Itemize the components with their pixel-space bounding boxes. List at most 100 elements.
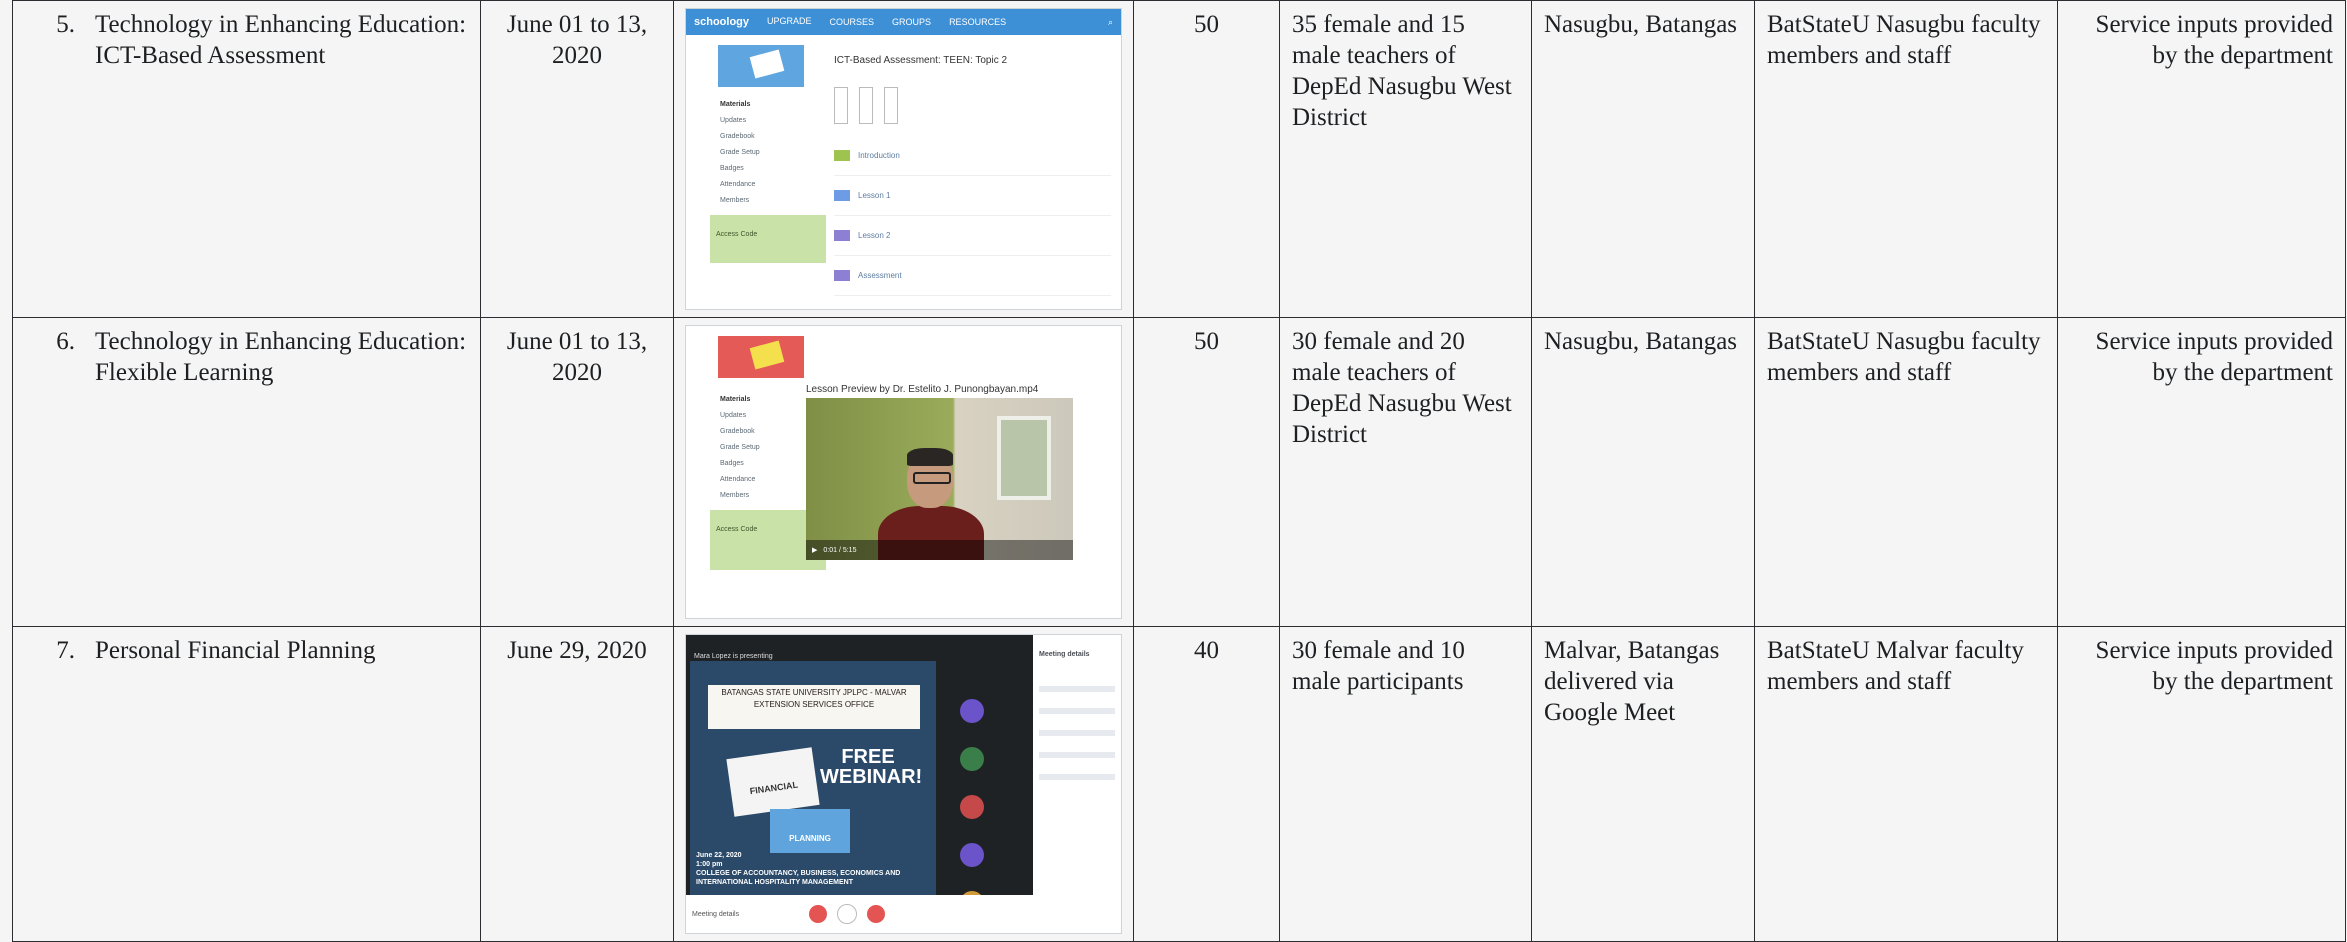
video-controls[interactable]: ▶ 0:01 / 5:15 [806, 540, 1073, 560]
video-player[interactable]: ▶ 0:01 / 5:15 [806, 398, 1073, 560]
folder-icon [834, 230, 850, 241]
course-thumbnail [718, 336, 804, 378]
implementers-cell: BatStateU Nasugbu faculty members and st… [1754, 317, 2058, 627]
nav-resources: RESOURCES [949, 16, 1007, 27]
toolbar-pill: ​ [858, 87, 873, 124]
screenshot-cell: Materials Updates Gradebook Grade Setup … [673, 317, 1134, 627]
folder-icon [834, 190, 850, 201]
venue-cell: Nasugbu, Batangas [1531, 317, 1755, 627]
toolbar-pill: ​ [834, 87, 848, 124]
course-main: ICT-Based Assessment: TEEN: Topic 2 ​ ​ … [834, 45, 1111, 296]
meeting-side-panel: Meeting details [1033, 635, 1121, 933]
course-sidebar: Materials Updates Gradebook Grade Setup … [710, 45, 826, 263]
puzzle-piece-image: PLANNING [770, 809, 850, 853]
folder-label: Lesson 1 [858, 191, 891, 200]
poster-college: COLLEGE OF ACCOUNTANCY, BUSINESS, ECONOM… [696, 870, 901, 886]
participant-avatar [960, 843, 984, 867]
schoology-screenshot: schoology UPGRADE COURSES GROUPS RESOURC… [686, 9, 1121, 309]
row-number: 6. [56, 328, 75, 355]
screenshot-cell: Mara Lopez is presenting BATANGAS STATE … [673, 626, 1134, 942]
schoology-topbar: schoology UPGRADE COURSES GROUPS RESOURC… [686, 9, 1121, 39]
search-icon: ⌕ [1107, 16, 1113, 27]
toolbar: ​ ​ ​ [834, 84, 1111, 124]
window-image [997, 416, 1051, 500]
poster-header: BATANGAS STATE UNIVERSITY JPLPC - MALVAR… [708, 685, 920, 729]
table-row: 7. Personal Financial Planning June 29, … [12, 626, 2346, 942]
sidebar-item: Gradebook [720, 133, 755, 140]
venue-cell: Malvar, Batangas delivered via Google Me… [1531, 626, 1755, 942]
date-cell: June 01 to 13, 2020 [480, 317, 674, 627]
access-code-box: Access Code [710, 215, 826, 263]
side-panel-title: Meeting details [1039, 651, 1090, 658]
schoology-logo: schoology [694, 15, 750, 28]
participant-avatar [960, 747, 984, 771]
course-heading: ICT-Based Assessment: TEEN: Topic 2 [834, 55, 1008, 66]
table-row: 5. Technology in Enhancing Education: IC… [12, 0, 2346, 318]
folder-row: Introduction [834, 136, 1111, 176]
participant-avatar [960, 795, 984, 819]
venue-cell: Nasugbu, Batangas [1531, 0, 1755, 318]
folder-icon [834, 150, 850, 161]
poster-line2: EXTENSION SERVICES OFFICE [753, 700, 875, 709]
meeting-details-link[interactable]: Meeting details [692, 899, 739, 930]
implementers-cell: BatStateU Malvar faculty members and sta… [1754, 626, 2058, 942]
date-cell: June 01 to 13, 2020 [480, 0, 674, 318]
participants-detail-cell: 30 female and 10 male participants [1279, 626, 1532, 942]
folder-label: Assessment [858, 271, 902, 280]
poster-webinar: WEBINAR! [820, 766, 923, 788]
folder-row: Assessment [834, 256, 1111, 296]
poster-planning: PLANNING [789, 834, 831, 843]
sidebar-item: Badges [720, 165, 744, 172]
remarks-cell: Service inputs provided by the departmen… [2057, 0, 2346, 318]
activity-title: Personal Financial Planning [95, 637, 376, 664]
meet-controls: Meeting details [686, 895, 1033, 933]
sidebar-item: Updates [720, 117, 747, 124]
screenshot-cell: schoology UPGRADE COURSES GROUPS RESOURC… [673, 0, 1134, 318]
folder-icon [834, 270, 850, 281]
implementers-cell: BatStateU Nasugbu faculty members and st… [1754, 0, 2058, 318]
sidebar-item: Grade Setup [720, 149, 760, 156]
sidebar-item: Members [720, 197, 750, 204]
poster-date: June 22, 2020 [696, 852, 742, 859]
puzzle-piece-image: FINANCIAL [726, 747, 820, 817]
participants-count-cell: 40 [1133, 626, 1280, 942]
toolbar-pill: ​ [883, 87, 898, 124]
mic-off-icon[interactable] [809, 905, 828, 923]
poster-footer: June 22, 2020 1:00 pm COLLEGE OF ACCOUNT… [696, 851, 930, 887]
nav-courses: COURSES [829, 16, 875, 27]
activity-title-cell: 6. Technology in Enhancing Education: Fl… [12, 317, 481, 627]
activity-title-cell: 5. Technology in Enhancing Education: IC… [12, 0, 481, 318]
activity-title: Technology in Enhancing Education: Flexi… [95, 328, 467, 386]
poster-free: FREE [841, 746, 895, 768]
remarks-cell: Service inputs provided by the departmen… [2057, 317, 2346, 627]
nav-groups: GROUPS [892, 16, 932, 27]
hangup-icon[interactable] [837, 904, 858, 924]
sidebar-item: Attendance [720, 181, 756, 188]
participants-detail-cell: 30 female and 20 male teachers of DepEd … [1279, 317, 1532, 627]
report-table: 5. Technology in Enhancing Education: IC… [12, 0, 2346, 942]
webinar-poster: BATANGAS STATE UNIVERSITY JPLPC - MALVAR… [690, 661, 936, 905]
remarks-cell: Service inputs provided by the departmen… [2057, 626, 2346, 942]
date-cell: June 29, 2020 [480, 626, 674, 942]
video-lesson-screenshot: Materials Updates Gradebook Grade Setup … [686, 326, 1121, 618]
table-row: 6. Technology in Enhancing Education: Fl… [12, 317, 2346, 627]
nav-upgrade: UPGRADE [767, 9, 812, 39]
participants-detail-cell: 35 female and 15 male teachers of DepEd … [1279, 0, 1532, 318]
participants-count-cell: 50 [1133, 0, 1280, 318]
poster-time: 1:00 pm [696, 861, 723, 868]
google-meet-screenshot: Mara Lopez is presenting BATANGAS STATE … [686, 635, 1121, 933]
poster-financial: FINANCIAL [749, 779, 799, 797]
poster-line1: BATANGAS STATE UNIVERSITY JPLPC - MALVAR [721, 688, 907, 697]
camera-off-icon[interactable] [867, 905, 886, 923]
folder-label: Lesson 2 [858, 231, 891, 240]
row-number: 7. [56, 637, 75, 664]
participants-count-cell: 50 [1133, 317, 1280, 627]
activity-title-cell: 7. Personal Financial Planning [12, 626, 481, 942]
folder-label: Introduction [858, 151, 900, 160]
activity-title: Technology in Enhancing Education: ICT-B… [95, 11, 467, 69]
folder-row: Lesson 1 [834, 176, 1111, 216]
play-icon[interactable]: ▶ [812, 535, 817, 561]
folder-row: Lesson 2 [834, 216, 1111, 256]
video-time: 0:01 / 5:15 [823, 546, 857, 554]
participant-avatar [960, 699, 984, 723]
